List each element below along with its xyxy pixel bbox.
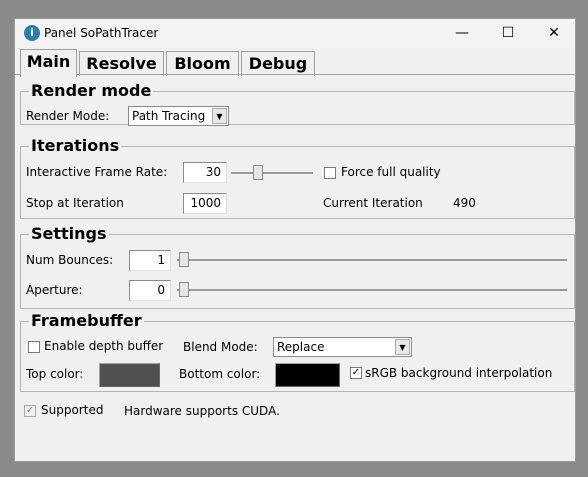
enable-depth-buffer-label: Enable depth buffer — [44, 339, 164, 353]
render-mode-select[interactable]: Path Tracing ▼ — [128, 106, 229, 126]
current-iteration-label: Current Iteration — [323, 196, 423, 210]
force-full-quality-label: Force full quality — [341, 165, 441, 179]
enable-depth-buffer-checkbox[interactable] — [28, 341, 40, 353]
frame-rate-slider[interactable] — [231, 172, 313, 174]
group-title: Render mode — [29, 81, 154, 100]
top-color-button[interactable] — [99, 363, 160, 387]
current-iteration-value: 490 — [453, 196, 476, 210]
top-color-label: Top color: — [26, 367, 84, 381]
stop-iteration-input[interactable]: 1000 — [183, 193, 227, 214]
aperture-label: Aperture: — [26, 283, 83, 297]
minimize-button[interactable]: — — [439, 19, 485, 48]
supported-label: Supported — [41, 403, 104, 417]
group-title: Settings — [29, 224, 109, 243]
aperture-slider-handle[interactable] — [179, 282, 189, 297]
frame-rate-input[interactable]: 30 — [183, 162, 227, 183]
panel-window: i Panel SoPathTracer — ☐ ✕ Main Resolve … — [14, 18, 576, 462]
tab-main[interactable]: Main — [20, 49, 77, 77]
blend-mode-select[interactable]: Replace ▼ — [273, 337, 412, 357]
supported-checkbox: ✓ — [24, 405, 36, 417]
srgb-interpolation-checkbox[interactable]: ✓ — [350, 367, 362, 379]
num-bounces-slider[interactable] — [177, 259, 567, 261]
blend-mode-label: Blend Mode: — [183, 340, 258, 354]
frame-rate-label: Interactive Frame Rate: — [26, 165, 168, 179]
num-bounces-slider-handle[interactable] — [179, 252, 189, 267]
stop-iteration-label: Stop at Iteration — [26, 196, 124, 210]
num-bounces-label: Num Bounces: — [26, 253, 114, 267]
app-icon: i — [24, 25, 40, 41]
chevron-down-icon: ▼ — [395, 339, 410, 355]
close-button[interactable]: ✕ — [531, 19, 577, 48]
chevron-down-icon: ▼ — [212, 108, 227, 124]
aperture-slider[interactable] — [177, 289, 567, 291]
settings-group: Settings — [20, 224, 575, 309]
aperture-input[interactable]: 0 — [129, 280, 171, 301]
cuda-status-message: Hardware supports CUDA. — [124, 404, 280, 418]
bottom-color-label: Bottom color: — [179, 367, 261, 381]
tab-bloom[interactable]: Bloom — [166, 51, 239, 76]
render-mode-value: Path Tracing — [132, 109, 206, 123]
tab-debug[interactable]: Debug — [241, 51, 315, 76]
main-pane: Render mode Render Mode: Path Tracing ▼ I… — [15, 74, 575, 462]
blend-mode-value: Replace — [277, 340, 325, 354]
srgb-interpolation-label: sRGB background interpolation — [365, 366, 553, 380]
force-full-quality-checkbox[interactable] — [324, 167, 336, 179]
tab-resolve[interactable]: Resolve — [79, 51, 164, 76]
num-bounces-input[interactable]: 1 — [129, 250, 171, 271]
group-title: Iterations — [29, 136, 122, 155]
title-bar: i Panel SoPathTracer — ☐ ✕ — [15, 19, 575, 48]
render-mode-label: Render Mode: — [26, 109, 110, 123]
maximize-button[interactable]: ☐ — [485, 19, 531, 48]
window-title: Panel SoPathTracer — [44, 26, 159, 40]
frame-rate-slider-handle[interactable] — [252, 165, 263, 180]
group-title: Framebuffer — [29, 311, 144, 330]
bottom-color-button[interactable] — [275, 363, 340, 387]
